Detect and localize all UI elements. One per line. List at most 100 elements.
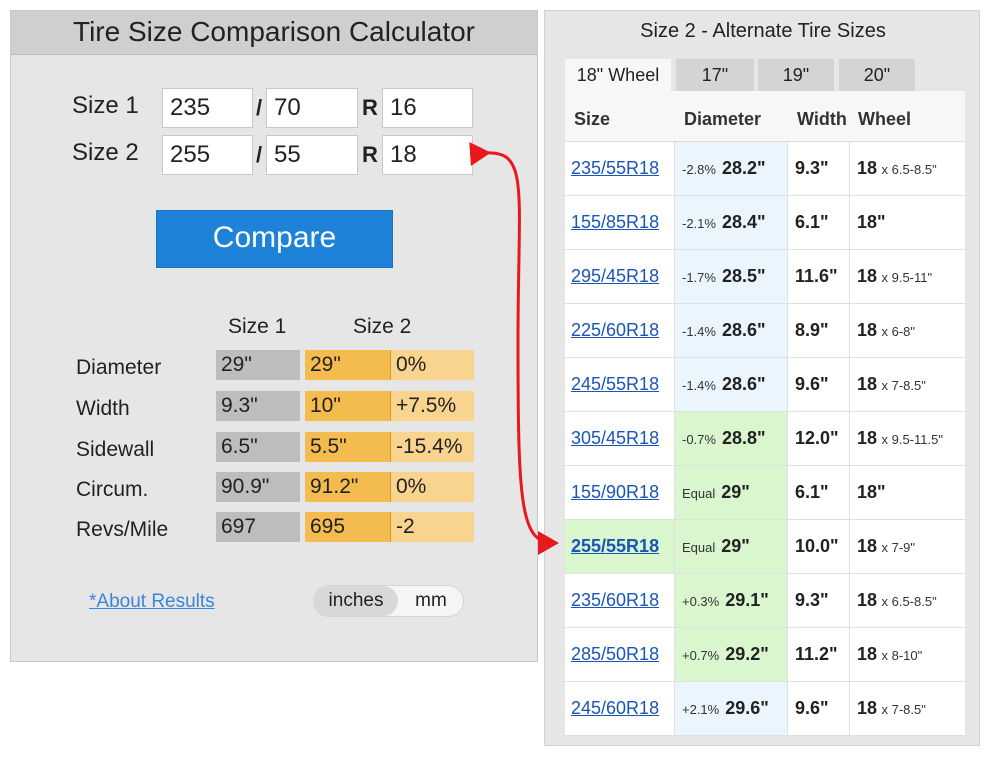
size-link[interactable]: 235/55R18 [565,142,675,195]
size-link[interactable]: 155/90R18 [565,466,675,519]
tab-19[interactable]: 19" [758,59,834,91]
size-link[interactable]: 155/85R18 [565,196,675,249]
table-row: 245/60R18 +2.1% 29.6" 9.6" 18 x 7-8.5" [565,682,965,736]
wheel-size: 18" [857,482,886,502]
table-row: 155/90R18 Equal 29" 6.1" 18" [565,466,965,520]
diameter-cell: +2.1% 29.6" [675,682,788,735]
width-value: 9.3" [788,574,850,627]
wheel-size: 18 [857,536,878,556]
diameter-cell: -1.4% 28.6" [675,358,788,411]
size-link[interactable]: 295/45R18 [565,250,675,303]
wheel-cell: 18" [850,196,965,249]
unit-toggle[interactable]: inches mm [313,585,464,617]
header-diameter: Diameter [684,109,762,129]
diameter-value: 28.6" [721,320,766,340]
about-results-link[interactable]: *About Results [89,591,215,613]
width-value: 11.6" [788,250,850,303]
size-link[interactable]: 235/60R18 [565,574,675,627]
results-col-size1: Size 1 [228,315,287,338]
compare-button[interactable]: Compare [156,210,393,268]
diameter-value: 29.1" [725,590,769,610]
results-row-width: Width 9.3" 10" +7.5% [11,391,531,421]
diameter-cell: Equal 29" [675,520,788,573]
diameter-diff: -1.4% [682,378,716,393]
wheel-width-range: x 9.5-11" [881,270,933,285]
results-row-circumference: Circum. 90.9" 91.2" 0% [11,472,531,502]
tab-20[interactable]: 20" [839,59,915,91]
diameter-cell: -2.1% 28.4" [675,196,788,249]
result-label: Diameter [76,356,162,379]
table-row: 235/55R18 -2.8% 28.2" 9.3" 18 x 6.5-8.5" [565,142,965,196]
size1-aspect-input[interactable] [266,88,358,128]
result-difference: -15.4% [390,432,474,462]
result-difference: 0% [390,472,474,502]
diameter-cell: Equal 29" [675,466,788,519]
width-value: 10.0" [788,520,850,573]
size2-width-input[interactable] [162,135,253,175]
wheel-size: 18 [857,158,878,178]
size1-width-input[interactable] [162,88,253,128]
table-row: 295/45R18 -1.7% 28.5" 11.6" 18 x 9.5-11" [565,250,965,304]
size-link[interactable]: 245/60R18 [565,682,675,735]
table-row: 305/45R18 -0.7% 28.8" 12.0" 18 x 9.5-11.5… [565,412,965,466]
wheel-size: 18 [857,374,878,394]
wheel-size: 18 [857,644,878,664]
result-size2-value: 10" [305,391,390,421]
size2-slash: / [256,142,263,167]
size1-rim-input[interactable] [382,88,473,128]
wheel-cell: 18" [850,466,965,519]
width-value: 12.0" [788,412,850,465]
diameter-value: 28.6" [721,374,766,394]
wheel-cell: 18 x 9.5-11" [850,250,965,303]
size2-aspect-input[interactable] [266,135,358,175]
result-label: Circum. [76,478,149,501]
size-link-selected[interactable]: 255/55R18 [565,520,675,573]
size2-r-separator: R [362,142,378,167]
header-size: Size [574,109,611,129]
alternate-sizes-title: Size 2 - Alternate Tire Sizes [640,20,886,42]
width-value: 9.6" [788,682,850,735]
unit-mm-option[interactable]: mm [398,586,464,616]
result-size2-value: 695 [305,512,390,542]
wheel-size: 18" [857,212,886,232]
size1-r-separator: R [362,95,378,120]
calculator-title: Tire Size Comparison Calculator [11,11,537,55]
tab-18-wheel[interactable]: 18" Wheel [565,59,671,91]
diameter-value: 29.2" [725,644,769,664]
size-link[interactable]: 225/60R18 [565,304,675,357]
wheel-width-range: x 6-8" [881,324,915,339]
result-label: Sidewall [76,438,155,461]
size-link[interactable]: 285/50R18 [565,628,675,681]
table-row: 225/60R18 -1.4% 28.6" 8.9" 18 x 6-8" [565,304,965,358]
wheel-width-range: x 8-10" [881,648,923,663]
width-value: 11.2" [788,628,850,681]
wheel-width-range: x 7-9" [881,540,915,555]
diameter-diff: -2.8% [682,162,716,177]
tab-17[interactable]: 17" [676,59,754,91]
diameter-diff: +2.1% [682,702,720,717]
size-link[interactable]: 245/55R18 [565,358,675,411]
diameter-cell: +0.3% 29.1" [675,574,788,627]
wheel-width-range: x 6.5-8.5" [881,162,937,177]
unit-inches-option[interactable]: inches [314,586,398,616]
wheel-cell: 18 x 8-10" [850,628,965,681]
width-value: 8.9" [788,304,850,357]
table-row-selected: 255/55R18 Equal 29" 10.0" 18 x 7-9" [565,520,965,574]
table-row: 245/55R18 -1.4% 28.6" 9.6" 18 x 7-8.5" [565,358,965,412]
wheel-cell: 18 x 6.5-8.5" [850,142,965,195]
diameter-value: 28.4" [721,212,766,232]
table-row: 285/50R18 +0.7% 29.2" 11.2" 18 x 8-10" [565,628,965,682]
header-wheel: Wheel [858,109,912,129]
result-size1-value: 6.5" [216,432,300,462]
wheel-cell: 18 x 9.5-11.5" [850,412,965,465]
width-value: 6.1" [788,466,850,519]
size-link[interactable]: 305/45R18 [565,412,675,465]
calculator-panel: Tire Size Comparison Calculator Size 1 /… [10,10,538,662]
result-size2-value: 5.5" [305,432,390,462]
wheel-cell: 18 x 7-9" [850,520,965,573]
results-row-sidewall: Sidewall 6.5" 5.5" -15.4% [11,432,531,462]
size2-rim-input[interactable] [382,135,473,175]
results-row-revs-per-mile: Revs/Mile 697 695 -2 [11,512,531,542]
wheel-size: 18 [857,698,878,718]
diameter-diff: +0.3% [682,594,720,609]
